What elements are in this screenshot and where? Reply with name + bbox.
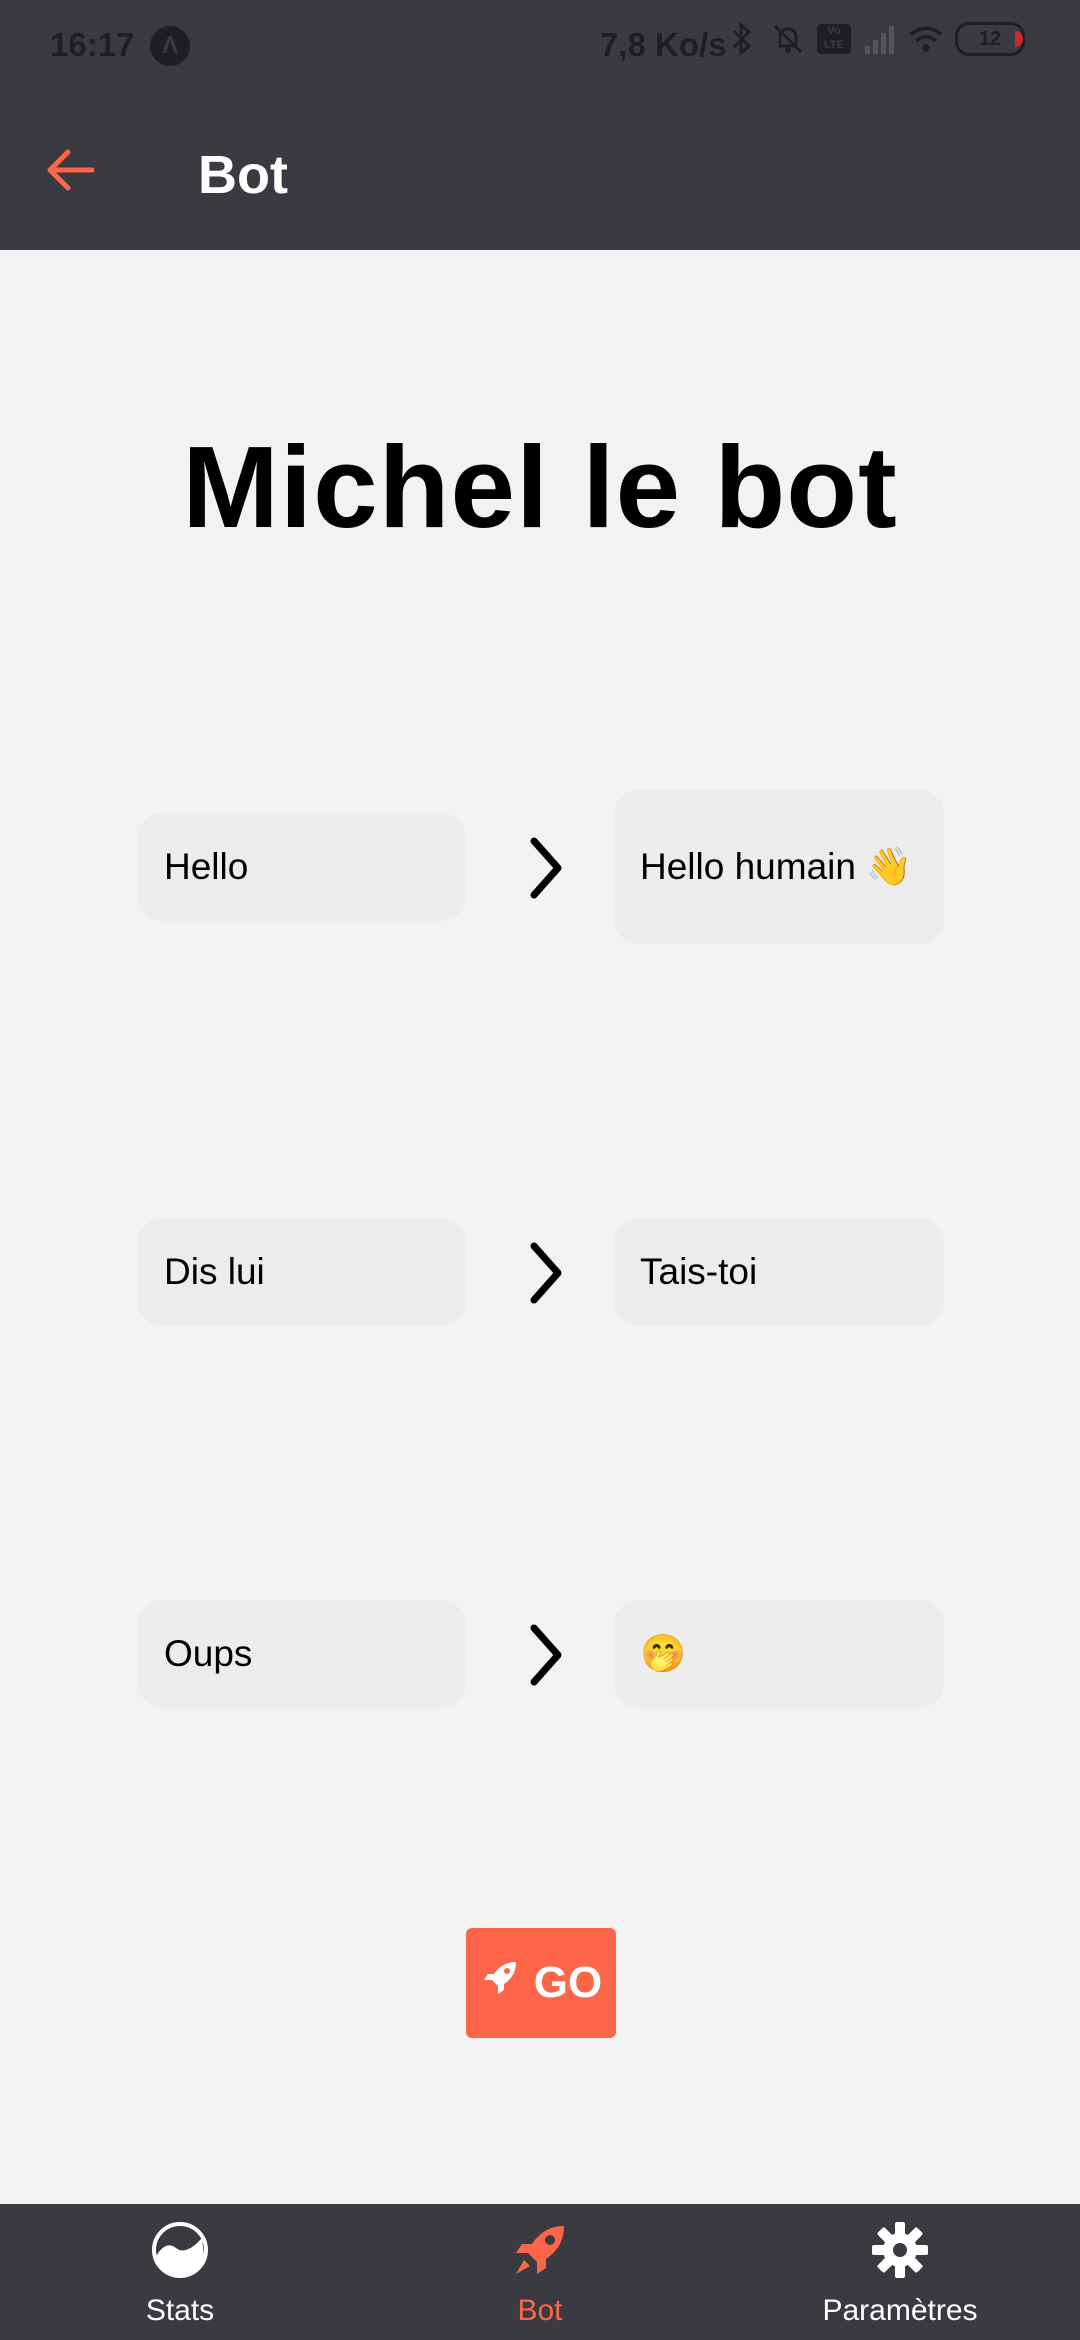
- battery-low-icon: [1015, 31, 1023, 47]
- nav-label-parametres: Paramètres: [822, 2294, 978, 2327]
- rocket-icon: [480, 1958, 520, 2009]
- chevron-right-icon: [516, 835, 576, 901]
- battery-indicator: 12: [955, 22, 1025, 56]
- bluetooth-icon: [725, 22, 759, 56]
- trigger-field[interactable]: Dis lui: [138, 1218, 466, 1326]
- response-field[interactable]: Hello humain 👋: [614, 790, 944, 944]
- nav-item-stats[interactable]: Stats: [100, 2204, 260, 2340]
- nav-item-parametres[interactable]: Paramètres: [800, 2204, 1000, 2340]
- go-button-label: GO: [533, 1958, 603, 2007]
- response-text: Hello humain 👋: [640, 846, 913, 887]
- chart-wave-icon: [150, 2220, 210, 2280]
- status-bar: 16:17 Λ 7,8 Ko/s Vo LTE 12: [0, 0, 1080, 92]
- trigger-field[interactable]: Hello: [138, 813, 466, 921]
- page-heading: Michel le bot: [182, 422, 898, 552]
- battery-level: 12: [978, 28, 1002, 50]
- top-bar: 16:17 Λ 7,8 Ko/s Vo LTE 12 Bot: [0, 0, 1080, 250]
- trigger-field[interactable]: Oups: [138, 1600, 466, 1708]
- nav-item-bot[interactable]: Bot: [460, 2204, 620, 2340]
- wifi-icon: [909, 22, 943, 56]
- response-text: 🤭: [640, 1632, 687, 1674]
- trigger-text: Hello: [164, 846, 249, 887]
- rule-row: Hello Hello humain 👋: [138, 787, 944, 947]
- trigger-text: Oups: [164, 1633, 253, 1674]
- nav-label-bot: Bot: [517, 2294, 563, 2327]
- trigger-text: Dis lui: [164, 1251, 265, 1292]
- app-bar-title: Bot: [198, 145, 288, 205]
- rocket-icon: [510, 2220, 570, 2280]
- gear-icon: [870, 2220, 930, 2280]
- mute-bell-icon: [771, 22, 805, 56]
- rule-row: Dis lui Tais-toi: [138, 1192, 944, 1352]
- signal-icon: [863, 22, 897, 56]
- nav-label-stats: Stats: [145, 2294, 215, 2327]
- response-text: Tais-toi: [640, 1251, 758, 1292]
- chevron-right-icon: [516, 1240, 576, 1306]
- back-arrow-icon[interactable]: [40, 140, 100, 200]
- rule-row: Oups 🤭: [138, 1574, 944, 1734]
- go-button[interactable]: GO: [466, 1928, 616, 2038]
- status-time: 16:17: [50, 26, 135, 63]
- response-field[interactable]: Tais-toi: [614, 1218, 944, 1326]
- volte-icon: Vo LTE: [817, 24, 851, 54]
- notification-app-icon: Λ: [150, 26, 190, 66]
- chevron-right-icon: [516, 1622, 576, 1688]
- response-field[interactable]: 🤭: [614, 1600, 944, 1708]
- network-speed: 7,8 Ko/s: [600, 26, 727, 63]
- bottom-navigation: Stats Bot Paramètres: [0, 2204, 1080, 2340]
